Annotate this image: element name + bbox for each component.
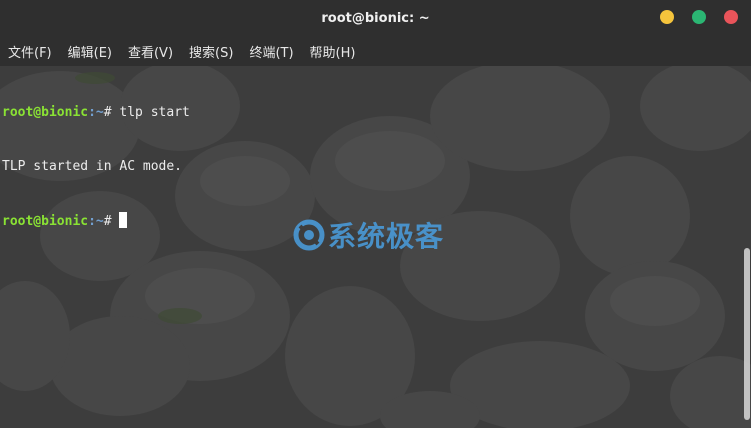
terminal-line-1: root@bionic:~# tlp start: [2, 104, 190, 122]
prompt-symbol: #: [103, 105, 112, 120]
terminal-area[interactable]: root@bionic:~# tlp start TLP started in …: [0, 66, 751, 428]
prompt-user: root@bionic: [2, 105, 89, 120]
terminal-line-3: root@bionic:~#: [2, 212, 190, 231]
watermark-logo-icon: [293, 219, 325, 251]
window-controls: [660, 10, 738, 24]
title-bar[interactable]: root@bionic: ~: [0, 0, 751, 36]
menu-search[interactable]: 搜索(S): [189, 42, 233, 61]
terminal-window: root@bionic: ~ 文件(F) 编辑(E) 查看(V) 搜索(S) 终…: [0, 0, 751, 428]
prompt-user: root@bionic: [2, 214, 89, 229]
menu-help[interactable]: 帮助(H): [310, 42, 356, 61]
command-text: tlp start: [111, 105, 190, 120]
watermark-text: 系统极客: [328, 220, 445, 253]
menu-view[interactable]: 查看(V): [128, 42, 173, 61]
scrollbar-thumb[interactable]: [744, 248, 750, 420]
menu-edit[interactable]: 编辑(E): [68, 42, 112, 61]
watermark: 系统极客: [292, 215, 444, 255]
prompt-path: :~: [88, 105, 104, 120]
menu-terminal[interactable]: 终端(T): [249, 42, 293, 61]
scrollbar[interactable]: [743, 66, 751, 428]
close-icon[interactable]: [724, 10, 738, 24]
menu-file[interactable]: 文件(F): [8, 42, 52, 61]
prompt-path: :~: [88, 214, 104, 229]
menu-bar: 文件(F) 编辑(E) 查看(V) 搜索(S) 终端(T) 帮助(H): [0, 36, 751, 66]
window-title: root@bionic: ~: [321, 10, 430, 26]
terminal-output: root@bionic:~# tlp start TLP started in …: [2, 68, 190, 267]
maximize-icon[interactable]: [692, 10, 706, 24]
prompt-symbol: #: [103, 214, 112, 229]
minimize-icon[interactable]: [660, 10, 674, 24]
terminal-line-2: TLP started in AC mode.: [2, 159, 183, 174]
text-cursor: [119, 212, 128, 228]
